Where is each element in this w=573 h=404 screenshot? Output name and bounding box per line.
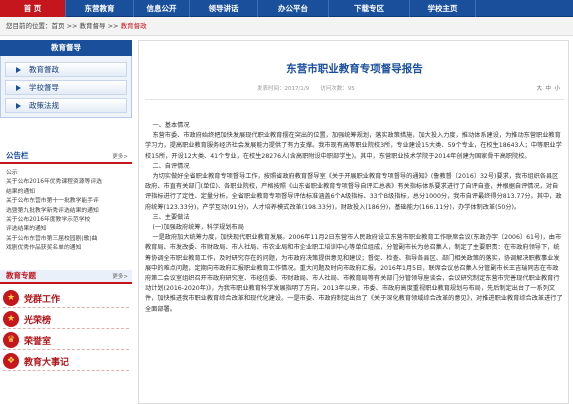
article-title: 东营市职业教育专项督导报告 bbox=[286, 63, 423, 75]
topics-header: 教育专题 更多> bbox=[0, 270, 132, 284]
nav-office-platform[interactable]: 办公平台 bbox=[258, 0, 329, 17]
star-icon: ★ bbox=[3, 311, 19, 327]
sidebar-item-education-supervision[interactable]: 教育督政 bbox=[5, 62, 127, 77]
nav-school-home[interactable]: 学校主页 bbox=[410, 0, 476, 17]
notice-line[interactable]: 关于公布2016年度教学示范学校 bbox=[6, 216, 126, 225]
notice-board: 公告栏 更多> 公示 关于公布2016年优秀课程资源等评选 结果的通知 关于公布… bbox=[0, 150, 132, 259]
breadcrumb: 您目前的位置：首页 >> 教育督导 >> 教育督政 bbox=[0, 17, 573, 36]
education-topics: 教育专题 更多> ★ 党群工作 ★ 光荣榜 ♛ 荣誉室 ❖ 教育大事记 bbox=[0, 270, 132, 371]
nav-info-public[interactable]: 信息公开 bbox=[134, 0, 190, 17]
title-divider bbox=[145, 99, 564, 100]
notice-line[interactable]: 结果的通知 bbox=[6, 188, 126, 197]
font-size-large[interactable]: 大 bbox=[536, 86, 542, 92]
notice-title: 公告栏 bbox=[6, 151, 29, 160]
notice-line[interactable]: 关于公布东营市第三届校园剧(歌)曲 bbox=[6, 235, 126, 244]
breadcrumb-path[interactable]: 您目前的位置：首页 >> 教育督导 >> bbox=[6, 22, 121, 30]
arrow-right-icon bbox=[16, 66, 21, 73]
sidebar-item-label: 教育督政 bbox=[29, 65, 59, 74]
notice-header: 公告栏 更多> bbox=[0, 150, 132, 164]
sidebar-menu: 教育督政 学校督导 政策法规 bbox=[0, 56, 132, 118]
paragraph: 为切实做好全省职业教育专项督导工作，按照省政府教育督导室《关于开展职业教育专项督… bbox=[145, 173, 562, 211]
paragraph: 东营市委、市政府始终把加快发展现代职业教育摆在突出的位置，加强统筹规划，落实政策… bbox=[145, 132, 562, 160]
notice-line[interactable]: 选暨第九批教学新秀评选结果的通知 bbox=[6, 207, 126, 216]
topic-label: 荣誉室 bbox=[24, 336, 52, 347]
sidebar-item-label: 政策法规 bbox=[29, 101, 59, 110]
sidebar-item-policy[interactable]: 政策法规 bbox=[5, 98, 127, 113]
party-emblem-icon: ★ bbox=[3, 290, 19, 306]
font-size-medium[interactable]: 中 bbox=[545, 86, 551, 92]
font-size-small[interactable]: 小 bbox=[554, 86, 560, 92]
trophy-icon: ♛ bbox=[3, 332, 19, 348]
article-info: 发表时间：2017/1/9 访问次数：95 bbox=[257, 86, 355, 92]
topic-honor-roll[interactable]: ★ 光荣榜 bbox=[3, 310, 129, 329]
arrow-right-icon bbox=[16, 102, 21, 109]
paragraph: 一是政府加大统筹力度，加快现代职业教育发展。2006年11月2日东营市人民政府设… bbox=[145, 234, 563, 313]
article-panel: 东营市职业教育专项督导报告 发表时间：2017/1/9 访问次数：95 大 中 … bbox=[138, 40, 569, 404]
sidebar-title: 教育督导 bbox=[0, 40, 132, 56]
font-size-switch: 大 中 小 bbox=[536, 84, 560, 92]
book-icon: ❖ bbox=[3, 353, 19, 369]
topic-label: 教育大事记 bbox=[24, 357, 70, 368]
arrow-right-icon bbox=[16, 84, 21, 91]
section-heading: 一、基本情况 bbox=[152, 122, 190, 129]
section-heading: 三、主要做法 bbox=[152, 213, 190, 221]
nav-download[interactable]: 下载专区 bbox=[329, 0, 410, 17]
topic-label: 党群工作 bbox=[24, 294, 61, 305]
topic-label: 光荣榜 bbox=[24, 315, 52, 326]
topics-list: ★ 党群工作 ★ 光荣榜 ♛ 荣誉室 ❖ 教育大事记 bbox=[0, 284, 132, 371]
nav-home[interactable]: 首 页 bbox=[0, 0, 66, 17]
notice-line[interactable]: 公示 bbox=[6, 169, 126, 178]
breadcrumb-current: 教育督政 bbox=[120, 22, 147, 30]
notice-line[interactable]: 戏剧优秀作品获奖名单的通知 bbox=[6, 244, 126, 253]
notice-line[interactable]: 关于公布2016年优秀课程资源等评选 bbox=[6, 178, 126, 187]
topics-more-link[interactable]: 更多> bbox=[112, 272, 132, 280]
subsection-heading: (一)加强政府统筹，科学规划布局 bbox=[152, 224, 244, 232]
top-nav: 首 页 东营教育 信息公开 领导讲话 办公平台 下载专区 学校主页 bbox=[0, 0, 573, 17]
topic-honor-room[interactable]: ♛ 荣誉室 bbox=[3, 331, 129, 350]
notice-more-link[interactable]: 更多> bbox=[112, 152, 132, 160]
nav-leader-speech[interactable]: 领导讲话 bbox=[190, 0, 258, 17]
sidebar-item-school-supervision[interactable]: 学校督导 bbox=[5, 80, 127, 95]
topic-party-work[interactable]: ★ 党群工作 bbox=[3, 289, 129, 308]
topics-title: 教育专题 bbox=[6, 271, 36, 280]
nav-dongying-education[interactable]: 东营教育 bbox=[66, 0, 134, 17]
article-content: 一、基本情况 东营市委、市政府始终把加快发展现代职业教育摆在突出的位置，加强统筹… bbox=[145, 121, 564, 315]
notice-list: 公示 关于公布2016年优秀课程资源等评选 结果的通知 关于公布东营市第十一批教… bbox=[0, 164, 132, 259]
sidebar-item-label: 学校督导 bbox=[29, 83, 59, 92]
notice-line[interactable]: 评选结果的通知 bbox=[6, 225, 126, 234]
notice-line[interactable]: 关于公布东营市第十一批教学能手评 bbox=[6, 197, 126, 206]
section-heading: 二、自评情况 bbox=[152, 162, 190, 170]
article-meta: 发表时间：2017/1/9 访问次数：95 大 中 小 bbox=[139, 84, 568, 94]
topic-chronicle[interactable]: ❖ 教育大事记 bbox=[3, 352, 129, 371]
